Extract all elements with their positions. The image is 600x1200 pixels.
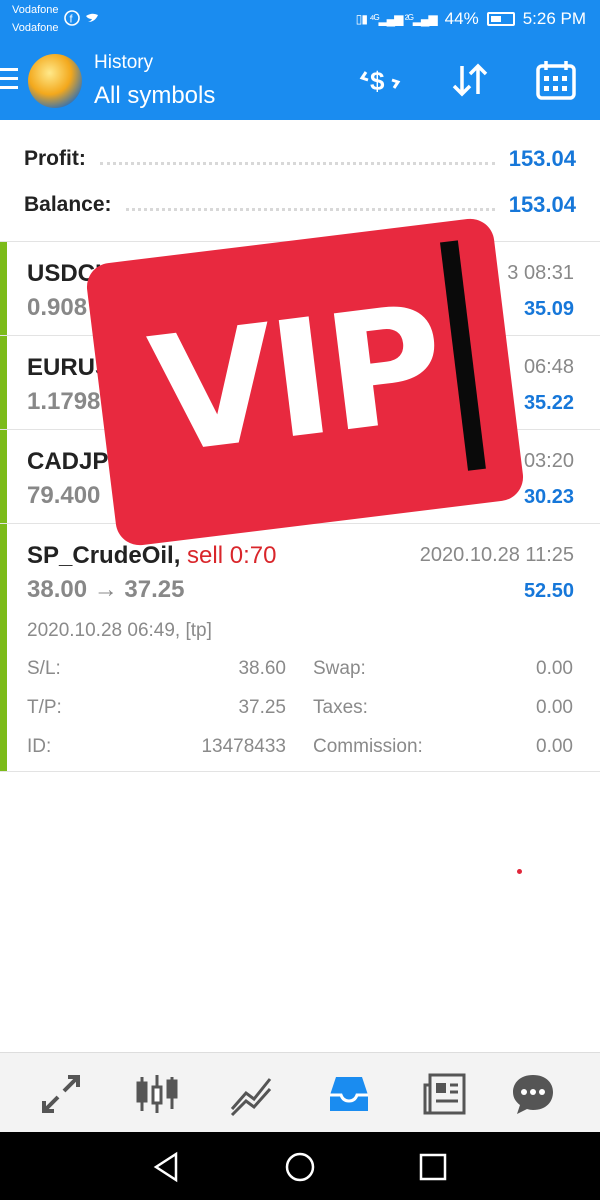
- id-value: 13478433: [201, 736, 286, 757]
- trade-symbol: CADJP: [27, 448, 109, 475]
- trade-icon[interactable]: [38, 1071, 84, 1117]
- trade-prices: 38.00 → 37.25: [27, 576, 185, 603]
- balance-row: Balance: 153.04: [24, 190, 576, 220]
- trade-prices: 79.400: [27, 482, 101, 509]
- trade-profit: 52.50: [523, 580, 574, 602]
- trade-symbol: SP_CrudeOil, sell 0:70: [27, 542, 276, 570]
- facebook-twitter-icon: f: [64, 10, 98, 26]
- sl-label: S/L:: [27, 658, 61, 679]
- trade-profit: 35.09: [523, 298, 574, 320]
- vip-overlay: VIP: [84, 216, 526, 548]
- trade-prices: 0.908: [27, 294, 88, 321]
- trade-symbol-name: SP_CrudeOil,: [27, 542, 181, 569]
- home-icon[interactable]: [283, 1150, 317, 1184]
- profit-indicator-bar: [0, 524, 7, 771]
- profit-indicator-bar: [0, 430, 7, 523]
- carrier-1: Vodafone: [12, 4, 59, 16]
- recent-apps-icon[interactable]: [416, 1150, 450, 1184]
- swap-label: Swap:: [313, 658, 366, 679]
- calendar-icon[interactable]: [534, 58, 578, 102]
- signal-icon: ▯▮ ⁴ᴳ▂▄▆ ²ᴳ▂▄▆: [355, 12, 438, 26]
- trade-open-time: 2020.10.28 06:49, [tp]: [27, 620, 212, 641]
- balance-value: 153.04: [508, 192, 576, 217]
- battery-icon: [486, 12, 515, 26]
- history-inbox-icon[interactable]: [326, 1071, 372, 1117]
- battery-percent: 44%: [444, 9, 479, 28]
- red-dot: [517, 869, 522, 874]
- notification-icons: f: [64, 10, 102, 29]
- trend-icon[interactable]: [228, 1071, 274, 1117]
- profit-label: Profit:: [24, 147, 86, 170]
- clock: 5:26 PM: [522, 9, 586, 28]
- taxes-label: Taxes:: [313, 697, 368, 718]
- trade-date: 2020.10.28 11:25: [419, 544, 574, 566]
- app-logo: [28, 54, 82, 108]
- detail-row: ID: 13478433 Commission: 0.00: [27, 736, 573, 762]
- chart-candles-icon[interactable]: [134, 1071, 180, 1117]
- id-label: ID:: [27, 736, 52, 757]
- status-right: ▯▮ ⁴ᴳ▂▄▆ ²ᴳ▂▄▆ 44% 5:26 PM: [356, 9, 586, 29]
- trade-date: 3 08:31: [507, 262, 574, 284]
- profit-row: Profit: 153.04: [24, 144, 576, 174]
- vip-text: VIP: [141, 269, 451, 490]
- menu-icon[interactable]: [0, 68, 18, 90]
- trade-row-expanded[interactable]: SP_CrudeOil, sell 0:70 38.00 → 37.25 202…: [0, 524, 600, 772]
- carrier-2: Vodafone: [12, 22, 59, 34]
- page-title: History: [94, 52, 154, 73]
- taxes-value: 0.00: [536, 697, 573, 718]
- tp-label: T/P:: [27, 697, 62, 718]
- status-bar: Vodafone Vodafone f ▯▮ ⁴ᴳ▂▄▆ ²ᴳ▂▄▆ 44% 5…: [0, 0, 600, 42]
- chat-icon[interactable]: [510, 1071, 556, 1117]
- back-icon[interactable]: [150, 1150, 184, 1184]
- bottom-navigation: [0, 1052, 600, 1132]
- detail-row: T/P: 37.25 Taxes: 0.00: [27, 697, 573, 723]
- profit-indicator-bar: [0, 336, 7, 429]
- svg-text:$: $: [370, 66, 385, 96]
- dotted-leader: [125, 207, 495, 211]
- sl-value: 38.60: [238, 658, 286, 679]
- trade-profit: 30.23: [523, 486, 574, 508]
- trade-prices: 1.1798: [27, 388, 101, 415]
- svg-text:f: f: [70, 14, 74, 26]
- trade-date: 06:48: [523, 356, 574, 378]
- sort-icon[interactable]: [448, 58, 492, 102]
- trade-date: 03:20: [523, 450, 574, 472]
- trade-side: sell 0:70: [187, 542, 277, 569]
- balance-label: Balance:: [24, 193, 112, 216]
- profit-value: 153.04: [508, 146, 576, 171]
- commission-label: Commission:: [313, 736, 423, 757]
- trade-profit: 35.22: [523, 392, 574, 414]
- tp-value: 37.25: [238, 697, 286, 718]
- history-summary: Profit: 153.04 Balance: 153.04: [0, 120, 600, 242]
- news-icon[interactable]: [422, 1071, 468, 1117]
- system-navigation: [0, 1132, 600, 1200]
- commission-value: 0.00: [536, 736, 573, 757]
- dotted-leader: [99, 161, 495, 165]
- profit-indicator-bar: [0, 242, 7, 335]
- symbol-filter[interactable]: All symbols: [94, 82, 215, 110]
- swap-value: 0.00: [536, 658, 573, 679]
- currency-exchange-icon[interactable]: $: [358, 58, 402, 102]
- detail-row: S/L: 38.60 Swap: 0.00: [27, 658, 573, 684]
- app-bar: History All symbols $: [0, 42, 600, 120]
